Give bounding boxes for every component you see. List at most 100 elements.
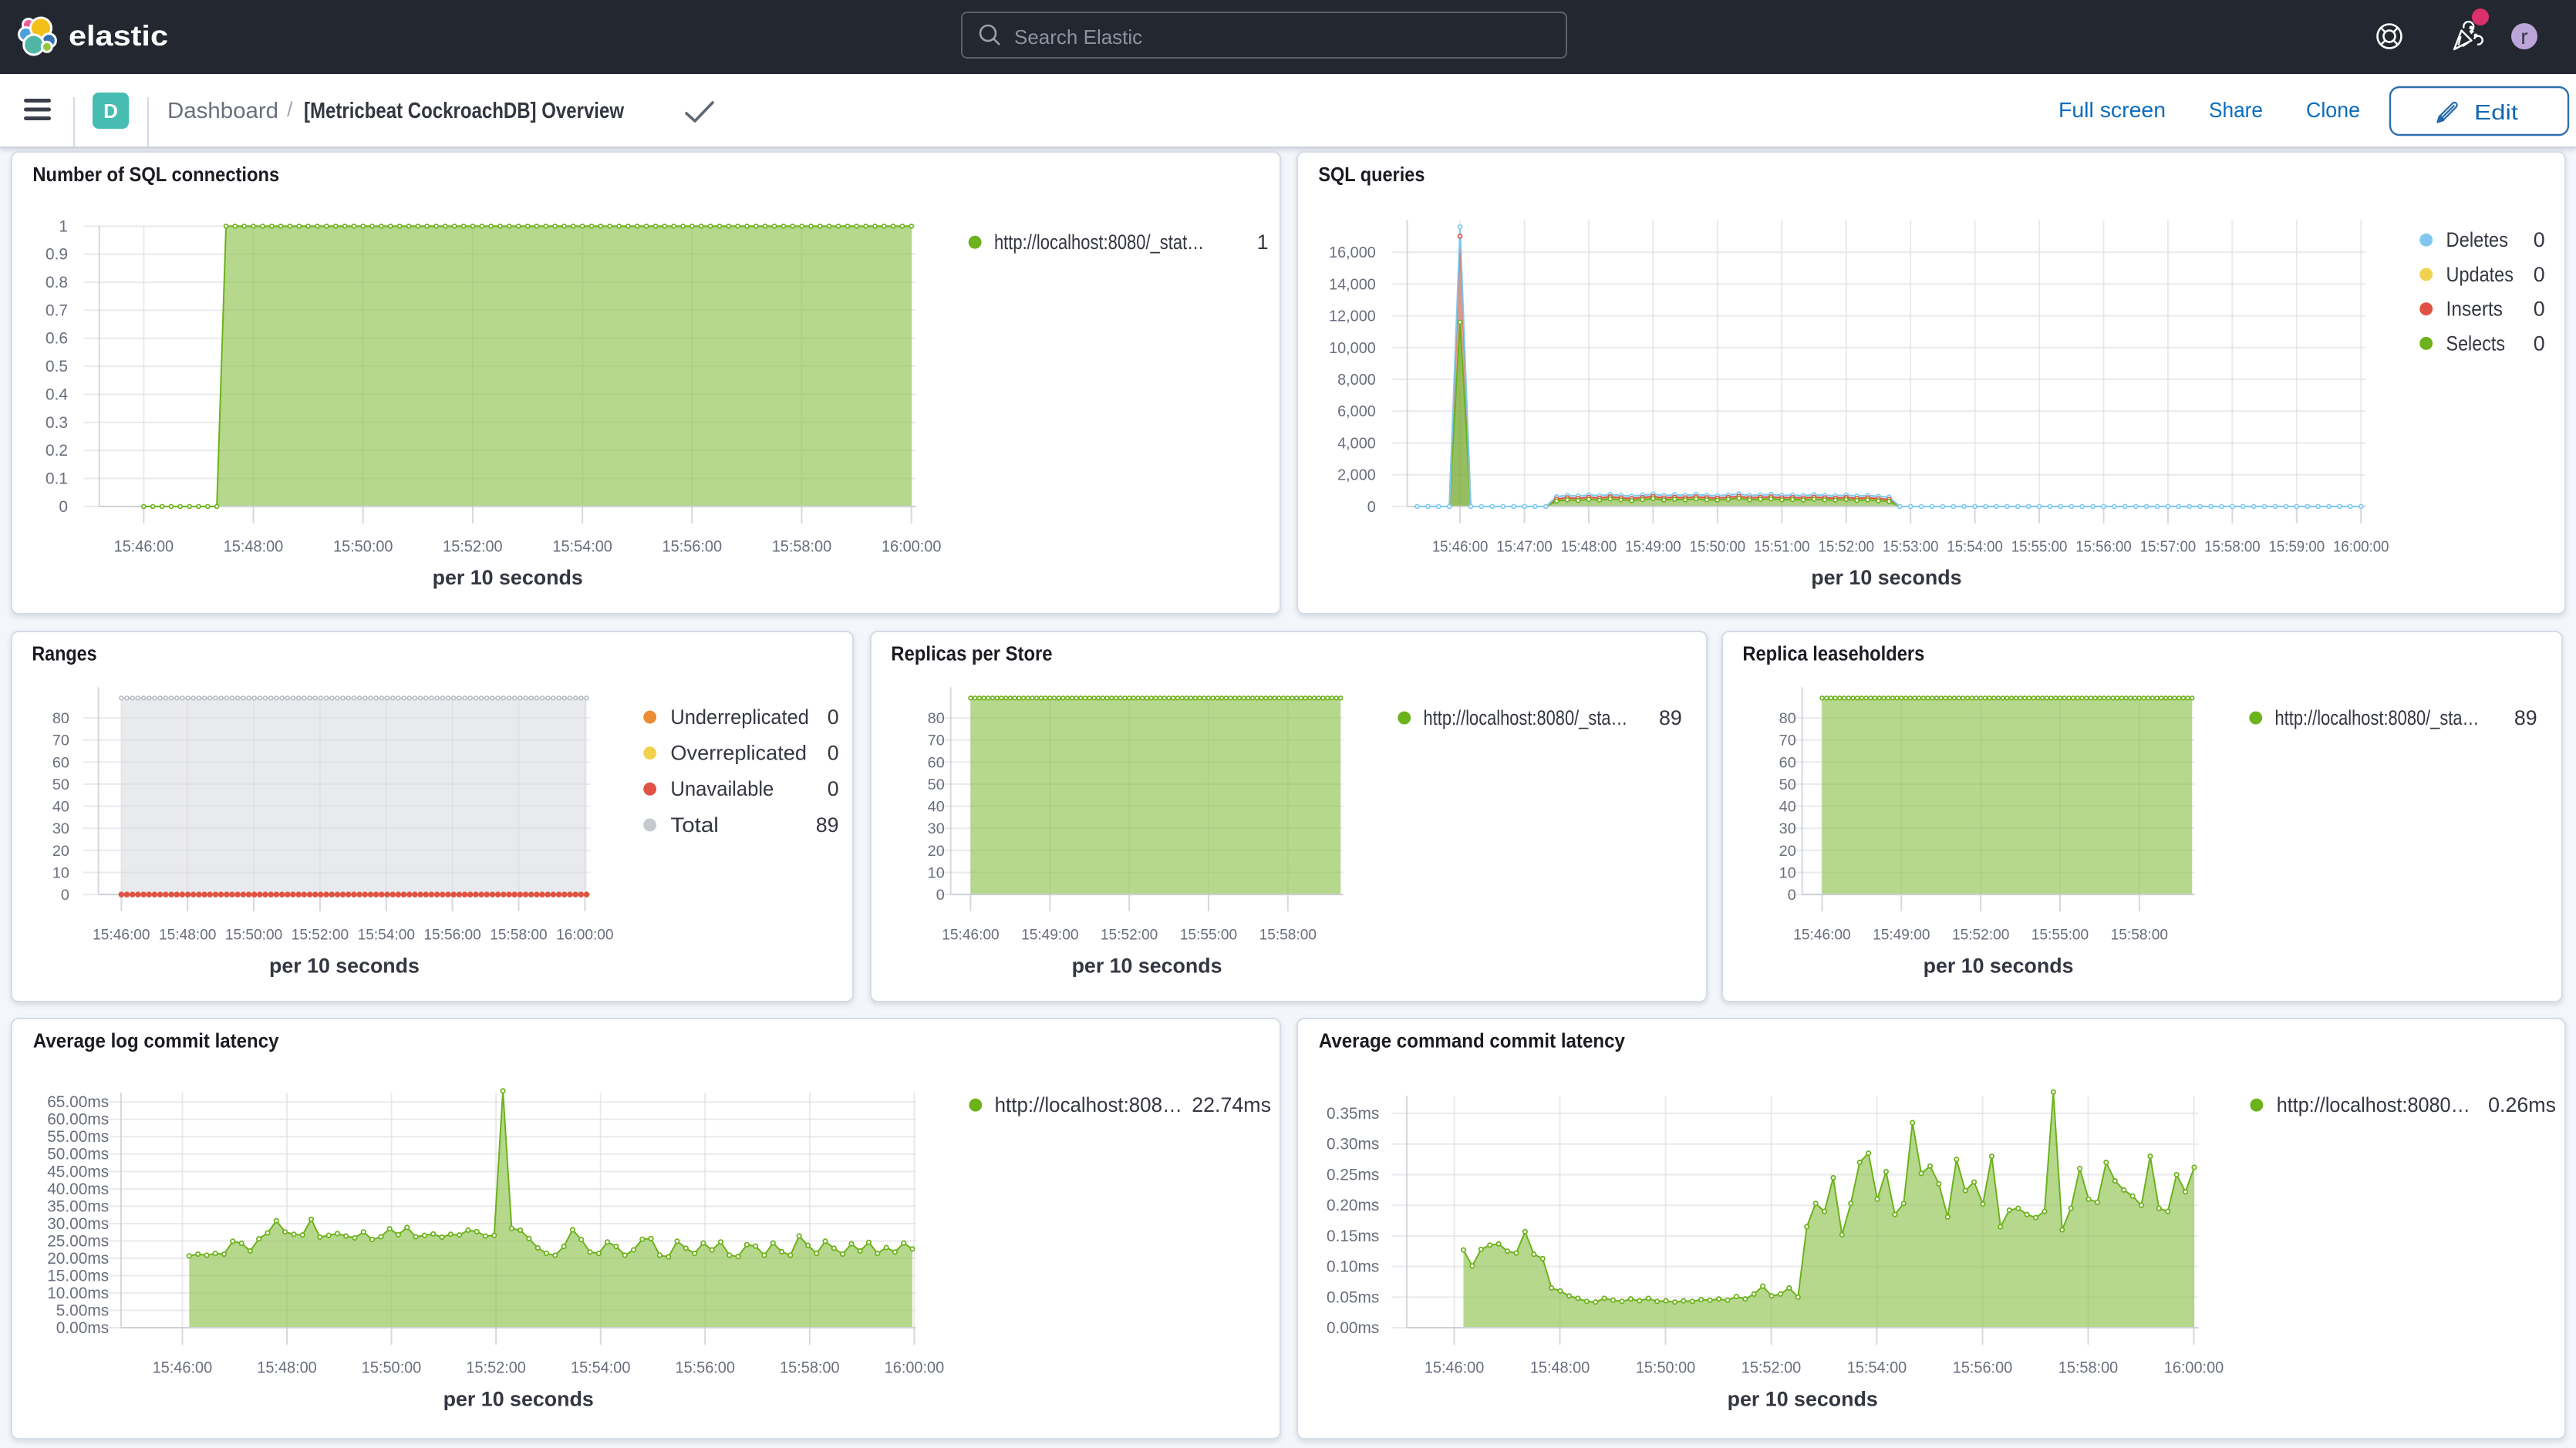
svg-text:70: 70 bbox=[1779, 732, 1796, 749]
svg-text:50.00ms: 50.00ms bbox=[47, 1146, 109, 1163]
svg-text:Overreplicated: Overreplicated bbox=[670, 742, 807, 765]
svg-text:0.10ms: 0.10ms bbox=[1327, 1258, 1379, 1276]
svg-text:15:56:00: 15:56:00 bbox=[423, 927, 480, 944]
svg-text:40: 40 bbox=[1779, 799, 1796, 816]
svg-text:4,000: 4,000 bbox=[1337, 435, 1376, 452]
svg-text:per 10 seconds: per 10 seconds bbox=[1728, 1387, 1878, 1410]
svg-text:16:00:00: 16:00:00 bbox=[2333, 539, 2389, 556]
svg-text:Dashboard: Dashboard bbox=[167, 99, 278, 123]
svg-text:15:58:00: 15:58:00 bbox=[1259, 927, 1317, 944]
svg-text:http://localhost:8080/_sta…: http://localhost:8080/_sta… bbox=[2275, 706, 2480, 729]
svg-text:55.00ms: 55.00ms bbox=[47, 1128, 109, 1146]
svg-text:15:48:00: 15:48:00 bbox=[224, 538, 283, 556]
svg-text:0.4: 0.4 bbox=[46, 386, 68, 403]
svg-text:Replica leaseholders: Replica leaseholders bbox=[1742, 644, 1924, 665]
svg-text:0.5: 0.5 bbox=[46, 358, 68, 375]
svg-text:15:46:00: 15:46:00 bbox=[942, 927, 999, 944]
svg-text:30.00ms: 30.00ms bbox=[47, 1215, 109, 1233]
svg-text:50: 50 bbox=[1779, 776, 1796, 793]
svg-text:15:50:00: 15:50:00 bbox=[362, 1359, 421, 1377]
svg-text:6,000: 6,000 bbox=[1337, 403, 1376, 420]
svg-text:65.00ms: 65.00ms bbox=[47, 1093, 109, 1111]
svg-text:12,000: 12,000 bbox=[1329, 308, 1376, 325]
svg-text:per 10 seconds: per 10 seconds bbox=[443, 1387, 594, 1410]
svg-text:0.2: 0.2 bbox=[46, 442, 68, 460]
svg-text:35.00ms: 35.00ms bbox=[47, 1197, 109, 1215]
svg-text:15:48:00: 15:48:00 bbox=[257, 1359, 316, 1377]
svg-text:0: 0 bbox=[61, 887, 69, 904]
svg-text:0: 0 bbox=[936, 887, 945, 904]
svg-text:15:54:00: 15:54:00 bbox=[1947, 539, 2003, 556]
svg-text:15:57:00: 15:57:00 bbox=[2140, 539, 2197, 556]
svg-text:0.25ms: 0.25ms bbox=[1327, 1166, 1379, 1184]
svg-text:elastic: elastic bbox=[69, 20, 168, 52]
svg-text:8,000: 8,000 bbox=[1337, 372, 1376, 389]
svg-text:per 10 seconds: per 10 seconds bbox=[1811, 566, 1961, 589]
svg-text:SQL queries: SQL queries bbox=[1318, 164, 1425, 186]
svg-text:89: 89 bbox=[816, 813, 839, 837]
svg-text:15:51:00: 15:51:00 bbox=[1754, 539, 1810, 556]
svg-text:2,000: 2,000 bbox=[1337, 467, 1376, 484]
svg-text:15:48:00: 15:48:00 bbox=[1561, 539, 1617, 556]
svg-text:15:49:00: 15:49:00 bbox=[1625, 539, 1681, 556]
svg-text:Ranges: Ranges bbox=[32, 644, 96, 665]
svg-text:D: D bbox=[103, 99, 118, 123]
svg-text:40: 40 bbox=[928, 799, 945, 816]
svg-text:Underreplicated: Underreplicated bbox=[670, 705, 808, 729]
svg-text:5.00ms: 5.00ms bbox=[56, 1302, 109, 1319]
svg-text:15:50:00: 15:50:00 bbox=[1690, 539, 1746, 556]
svg-text:Unavailable: Unavailable bbox=[670, 777, 774, 800]
svg-text:10: 10 bbox=[1779, 864, 1796, 881]
svg-text:15:52:00: 15:52:00 bbox=[1952, 927, 2009, 944]
svg-text:0: 0 bbox=[1788, 887, 1796, 904]
svg-text:16:00:00: 16:00:00 bbox=[885, 1359, 944, 1377]
svg-text:15:58:00: 15:58:00 bbox=[2111, 927, 2168, 944]
svg-text:15:55:00: 15:55:00 bbox=[2011, 539, 2068, 556]
svg-text:Deletes: Deletes bbox=[2446, 228, 2508, 251]
svg-text:/: / bbox=[287, 98, 293, 121]
svg-text:10: 10 bbox=[928, 864, 945, 881]
svg-text:0.3: 0.3 bbox=[46, 414, 68, 432]
svg-text:15:50:00: 15:50:00 bbox=[333, 538, 393, 556]
svg-text:Updates: Updates bbox=[2446, 263, 2514, 286]
svg-text:15:58:00: 15:58:00 bbox=[2204, 539, 2261, 556]
svg-text:70: 70 bbox=[52, 732, 69, 749]
svg-text:0: 0 bbox=[2534, 332, 2545, 355]
svg-text:0.8: 0.8 bbox=[46, 274, 68, 291]
svg-text:15:48:00: 15:48:00 bbox=[1530, 1359, 1590, 1377]
svg-text:0.9: 0.9 bbox=[46, 246, 68, 264]
svg-text:0.26ms: 0.26ms bbox=[2488, 1093, 2556, 1116]
svg-text:15:49:00: 15:49:00 bbox=[1873, 927, 1930, 944]
svg-text:50: 50 bbox=[52, 776, 69, 793]
svg-text:http://localhost:808…: http://localhost:808… bbox=[995, 1093, 1182, 1116]
svg-text:60.00ms: 60.00ms bbox=[47, 1111, 109, 1129]
svg-text:0: 0 bbox=[2534, 263, 2545, 286]
svg-text:0.15ms: 0.15ms bbox=[1327, 1227, 1379, 1245]
svg-text:15:53:00: 15:53:00 bbox=[1883, 539, 1939, 556]
svg-text:0: 0 bbox=[828, 777, 839, 800]
svg-text:16,000: 16,000 bbox=[1329, 244, 1376, 261]
svg-text:15:52:00: 15:52:00 bbox=[1741, 1359, 1801, 1377]
svg-text:50: 50 bbox=[928, 776, 945, 793]
svg-text:80: 80 bbox=[1779, 710, 1796, 727]
svg-text:Clone: Clone bbox=[2306, 98, 2360, 122]
svg-text:15:52:00: 15:52:00 bbox=[1101, 927, 1158, 944]
svg-text:20: 20 bbox=[1779, 843, 1796, 860]
svg-text:15:56:00: 15:56:00 bbox=[676, 1359, 735, 1377]
svg-text:30: 30 bbox=[1779, 820, 1796, 837]
svg-text:15:56:00: 15:56:00 bbox=[663, 538, 722, 556]
svg-text:Number of SQL connections: Number of SQL connections bbox=[32, 164, 279, 186]
svg-text:1: 1 bbox=[1257, 231, 1269, 254]
svg-text:r: r bbox=[2520, 25, 2527, 49]
svg-text:0.35ms: 0.35ms bbox=[1327, 1105, 1379, 1123]
svg-text:per 10 seconds: per 10 seconds bbox=[433, 566, 583, 589]
svg-text:Average command commit latency: Average command commit latency bbox=[1319, 1031, 1626, 1052]
svg-text:10,000: 10,000 bbox=[1329, 340, 1376, 357]
svg-text:89: 89 bbox=[1659, 706, 1682, 729]
svg-text:15:50:00: 15:50:00 bbox=[1636, 1359, 1695, 1377]
svg-text:0.6: 0.6 bbox=[46, 330, 68, 348]
svg-text:0.30ms: 0.30ms bbox=[1327, 1136, 1379, 1153]
svg-text:http://localhost:8080/_sta…: http://localhost:8080/_sta… bbox=[1424, 706, 1628, 729]
svg-text:per 10 seconds: per 10 seconds bbox=[1072, 954, 1222, 977]
svg-text:0.05ms: 0.05ms bbox=[1327, 1288, 1379, 1306]
